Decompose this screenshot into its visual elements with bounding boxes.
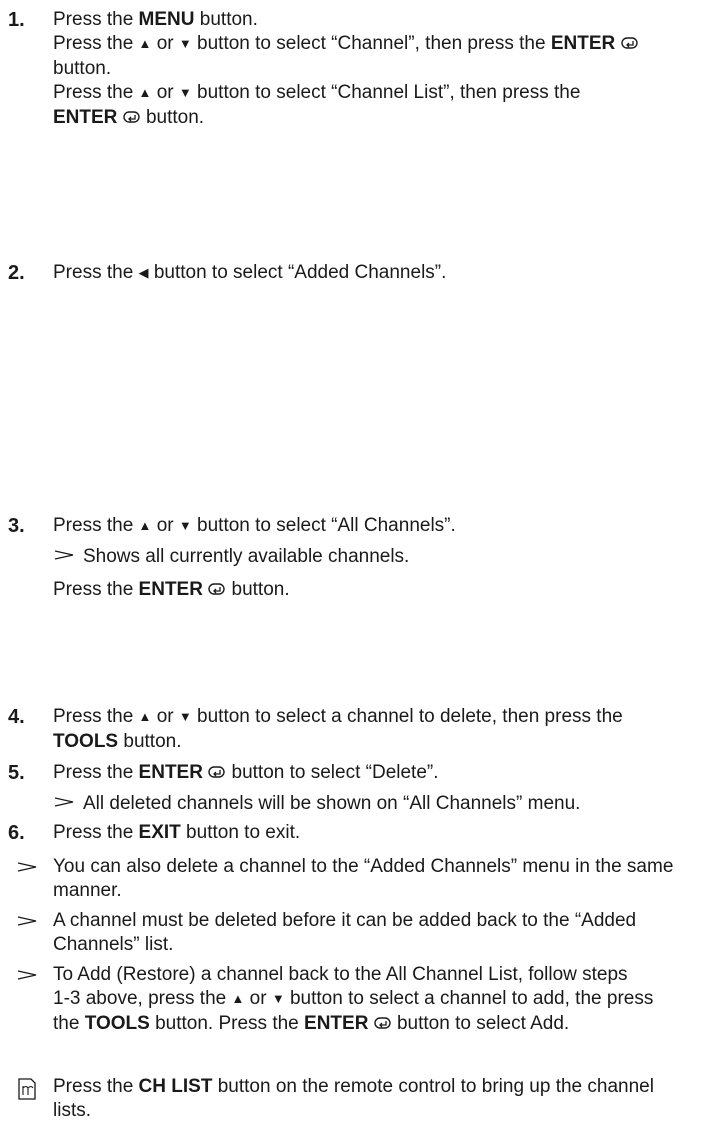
step-text: Press the ◀ button to select “Added Chan… <box>53 262 447 283</box>
step-number: 5. <box>8 762 25 784</box>
arrow-note-icon <box>54 797 74 807</box>
step-text: Press the EXIT button to exit. <box>53 822 301 843</box>
enter-icon <box>374 1017 391 1029</box>
memo-icon <box>18 1078 36 1100</box>
enter-icon <box>208 766 225 778</box>
step-line: Press the ▲ or ▼ button to select “Chann… <box>53 82 581 103</box>
down-arrow-icon: ▼ <box>178 85 192 100</box>
down-arrow-icon: ▼ <box>178 709 192 724</box>
enter-icon <box>620 37 638 49</box>
step-number: 3. <box>8 515 25 537</box>
step-5-note: All deleted channels will be shown on “A… <box>53 792 580 816</box>
enter-icon <box>208 583 225 595</box>
down-arrow-icon: ▼ <box>178 518 192 533</box>
up-arrow-icon: ▲ <box>138 518 152 533</box>
step-number: 1. <box>8 9 25 31</box>
step-number: 6. <box>8 822 25 844</box>
step-3-note: Shows all currently available channels. <box>53 545 409 569</box>
step-text: Press the ▲ or ▼ button to select a chan… <box>53 706 623 752</box>
up-arrow-icon: ▲ <box>138 36 152 51</box>
step-line: Press the ▲ or ▼ button to select “Chann… <box>53 32 713 57</box>
arrow-note-icon <box>17 916 37 926</box>
up-arrow-icon: ▲ <box>138 85 152 100</box>
arrow-note-icon <box>54 550 74 560</box>
step-line: ENTER button. <box>53 107 205 128</box>
enter-icon <box>122 111 140 123</box>
down-arrow-icon: ▼ <box>178 36 192 51</box>
step-number: 2. <box>8 262 25 284</box>
left-arrow-icon: ◀ <box>138 265 149 280</box>
step-number: 4. <box>8 706 25 728</box>
arrow-note-icon <box>17 970 37 980</box>
step-text: Press the ▲ or ▼ button to select “All C… <box>53 515 456 536</box>
down-arrow-icon: ▼ <box>271 991 285 1006</box>
step-text: Press the MENU button. Press the ▲ or ▼ … <box>53 8 713 130</box>
step-3-line2: Press the ENTER button. <box>53 579 290 600</box>
up-arrow-icon: ▲ <box>231 991 245 1006</box>
arrow-note-icon <box>17 862 37 872</box>
step-line: button. <box>53 58 112 79</box>
up-arrow-icon: ▲ <box>138 709 152 724</box>
step-line: Press the MENU button. <box>53 9 258 30</box>
step-text: Press the ENTER button to select “Delete… <box>53 762 439 783</box>
